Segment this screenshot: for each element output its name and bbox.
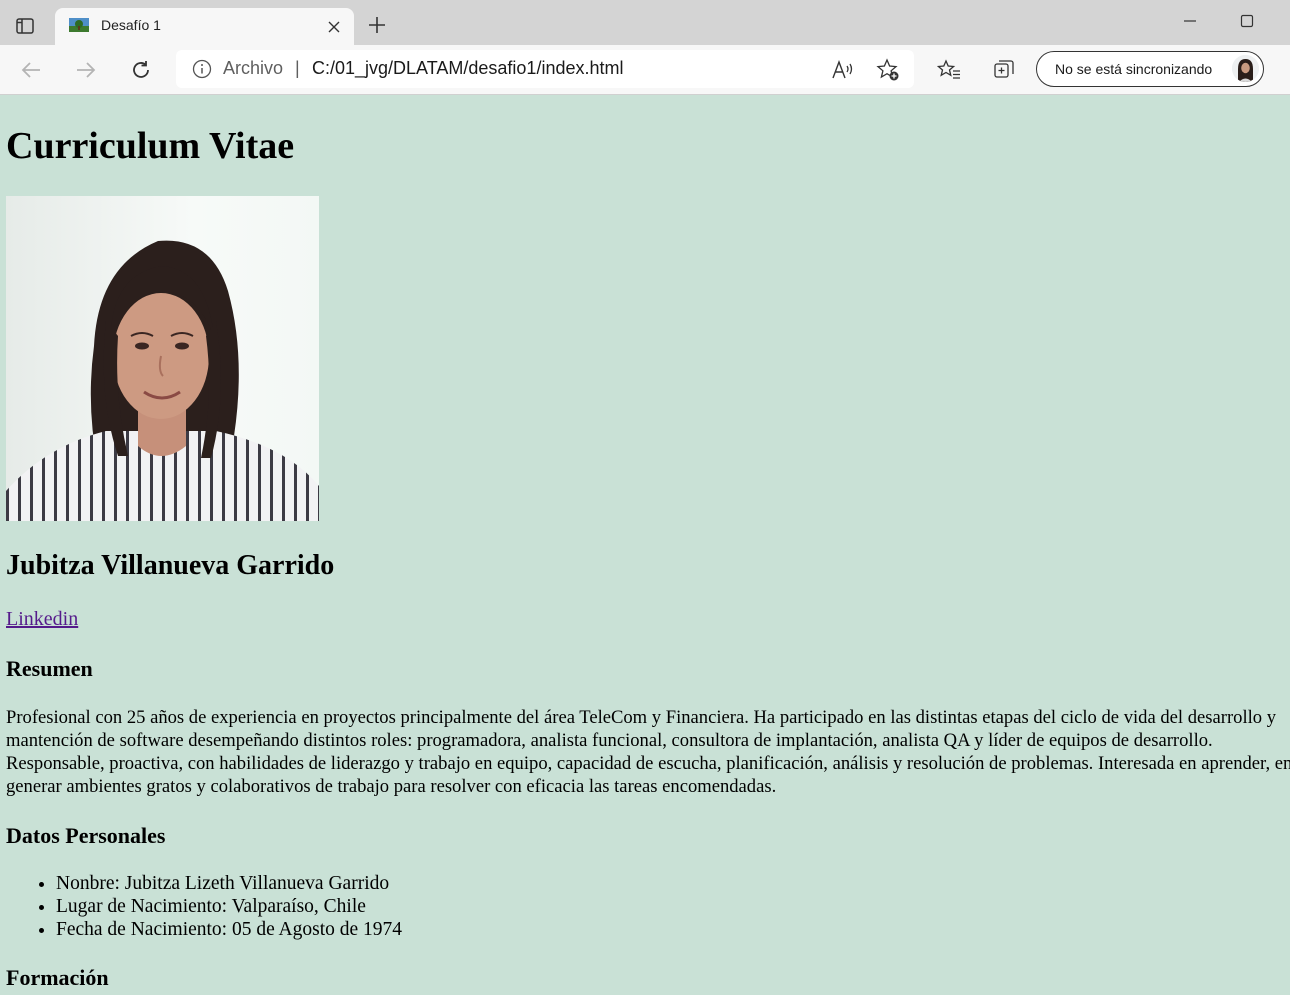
page-title: Curriculum Vitae: [6, 125, 295, 167]
formacion-heading: Formación: [6, 965, 109, 990]
list-item: Lugar de Nacimiento: Valparaíso, Chile: [56, 895, 402, 918]
datos-personales-list: Nonbre: Jubitza Lizeth Villanueva Garrid…: [6, 872, 402, 941]
resumen-heading: Resumen: [6, 656, 93, 681]
list-item: Fecha de Nacimiento: 05 de Agosto de 197…: [56, 918, 402, 941]
list-item: Nonbre: Jubitza Lizeth Villanueva Garrid…: [56, 872, 402, 895]
address-separator: |: [295, 58, 300, 78]
navigation-toolbar: Archivo | C:/01_jvg/DLATAM/desafio1/inde…: [0, 45, 1290, 95]
info-icon[interactable]: [192, 59, 212, 79]
tab-strip: Desafío 1: [0, 0, 1290, 46]
linkedin-link[interactable]: Linkedin: [6, 608, 78, 631]
minimize-icon[interactable]: [1176, 8, 1204, 34]
maximize-icon[interactable]: [1233, 8, 1261, 34]
add-favorite-icon[interactable]: [876, 58, 900, 82]
back-icon[interactable]: [15, 55, 47, 85]
address-url[interactable]: C:/01_jvg/DLATAM/desafio1/index.html: [312, 58, 623, 79]
favorites-icon[interactable]: [933, 55, 965, 85]
active-tab[interactable]: Desafío 1: [55, 8, 354, 46]
tab-actions-icon[interactable]: [10, 12, 40, 40]
refresh-icon[interactable]: [125, 55, 157, 85]
address-bar[interactable]: Archivo | C:/01_jvg/DLATAM/desafio1/inde…: [176, 50, 914, 88]
plus-icon[interactable]: [364, 12, 390, 38]
person-name: Jubitza Villanueva Garrido: [6, 550, 335, 581]
datos-personales-heading: Datos Personales: [6, 823, 166, 848]
collections-icon[interactable]: [988, 55, 1020, 85]
forward-icon[interactable]: [70, 55, 102, 85]
tab-title: Desafío 1: [101, 17, 161, 33]
favicon-icon: [69, 18, 89, 32]
address-scheme: Archivo: [223, 58, 284, 78]
read-aloud-icon[interactable]: [831, 58, 855, 82]
avatar: [1232, 55, 1259, 82]
sync-label: No se está sincronizando: [1055, 61, 1213, 77]
close-icon[interactable]: [324, 17, 344, 37]
profile-photo: [6, 196, 319, 521]
resumen-text: Profesional con 25 años de experiencia e…: [6, 707, 1290, 797]
sync-profile-button[interactable]: No se está sincronizando: [1036, 51, 1264, 87]
